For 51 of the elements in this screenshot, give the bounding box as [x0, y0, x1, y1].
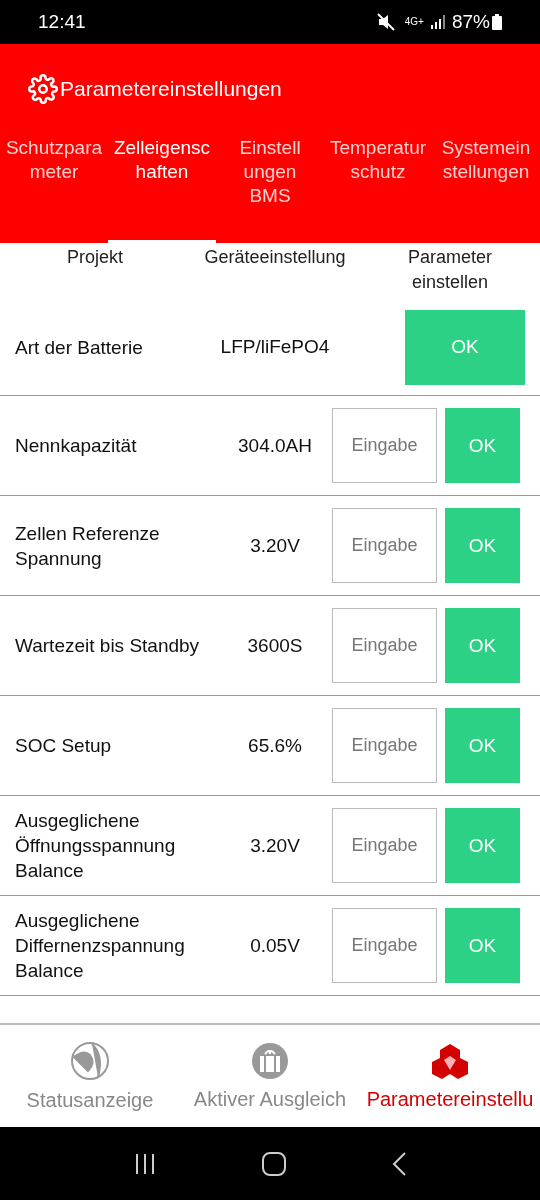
input-field[interactable]: Eingabe — [332, 908, 437, 983]
nav-item[interactable]: Parametereinstellu — [366, 1087, 534, 1111]
ok-button[interactable]: OK — [445, 508, 520, 583]
page-title: Parametereinstellungen — [60, 77, 282, 101]
tab[interactable]: Einstell ungen BMS — [216, 136, 324, 244]
parameter-name: Ausgeglichene Öffnungsspannung Balance — [15, 809, 177, 883]
input-field[interactable]: Eingabe — [332, 608, 437, 683]
back-icon[interactable] — [391, 1151, 408, 1176]
parameter-name: Zellen Referenze Spannung — [15, 521, 161, 571]
parameter-value: 3.20V — [249, 534, 301, 557]
network-label: 4G+ — [404, 17, 424, 27]
parameter-name: Ausgeglichene Differnenzspannung Balance — [15, 909, 186, 983]
gift-icon — [251, 1041, 289, 1080]
column-header: Parameter einstellen — [406, 246, 493, 294]
status-time: 12:41 — [38, 11, 87, 33]
battery-percent: 87% — [451, 11, 490, 33]
ok-button[interactable]: OK — [405, 309, 525, 385]
input-field[interactable]: Eingabe — [332, 808, 437, 883]
battery-icon — [492, 14, 502, 30]
tab[interactable]: Zelleigensc haften — [108, 136, 216, 244]
ok-button[interactable]: OK — [445, 408, 520, 483]
parameter-value: 0.05V — [249, 934, 301, 957]
parameter-name: SOC Setup — [15, 734, 113, 758]
tab[interactable]: Temperatur schutz — [324, 136, 432, 244]
input-field[interactable]: Eingabe — [332, 508, 437, 583]
ok-button[interactable]: OK — [445, 608, 520, 683]
signal-icon — [429, 14, 446, 30]
parameter-name: Art der Batterie — [15, 335, 144, 360]
mute-icon — [376, 13, 395, 31]
column-header: Geräteeinstellung — [203, 246, 347, 269]
parameter-value: 304.0AH — [237, 434, 313, 457]
parameter-value: 65.6% — [247, 734, 303, 757]
cubes-icon — [430, 1041, 470, 1080]
ok-button[interactable]: OK — [445, 708, 520, 783]
ok-button[interactable]: OK — [445, 908, 520, 983]
globe-icon — [70, 1040, 110, 1081]
nav-item[interactable]: Aktiver Ausgleich — [193, 1087, 347, 1111]
column-header: Projekt — [66, 246, 124, 269]
input-field[interactable]: Eingabe — [332, 708, 437, 783]
nav-item[interactable]: Statusanzeige — [26, 1088, 154, 1112]
parameter-name: Wartezeit bis Standby — [15, 634, 201, 658]
parameter-value: LFP/liFePO4 — [220, 336, 330, 358]
tab[interactable]: Systemein stellungen — [432, 136, 540, 244]
settings-icon — [28, 74, 58, 104]
parameter-name: Nennkapazität — [15, 434, 138, 458]
parameter-value: 3600S — [246, 634, 304, 657]
input-field[interactable]: Eingabe — [332, 408, 437, 483]
parameter-value: 3.20V — [249, 834, 301, 857]
tab[interactable]: Schutzpara meter — [0, 136, 108, 244]
ok-button[interactable]: OK — [445, 808, 520, 883]
home-icon[interactable] — [262, 1151, 286, 1176]
